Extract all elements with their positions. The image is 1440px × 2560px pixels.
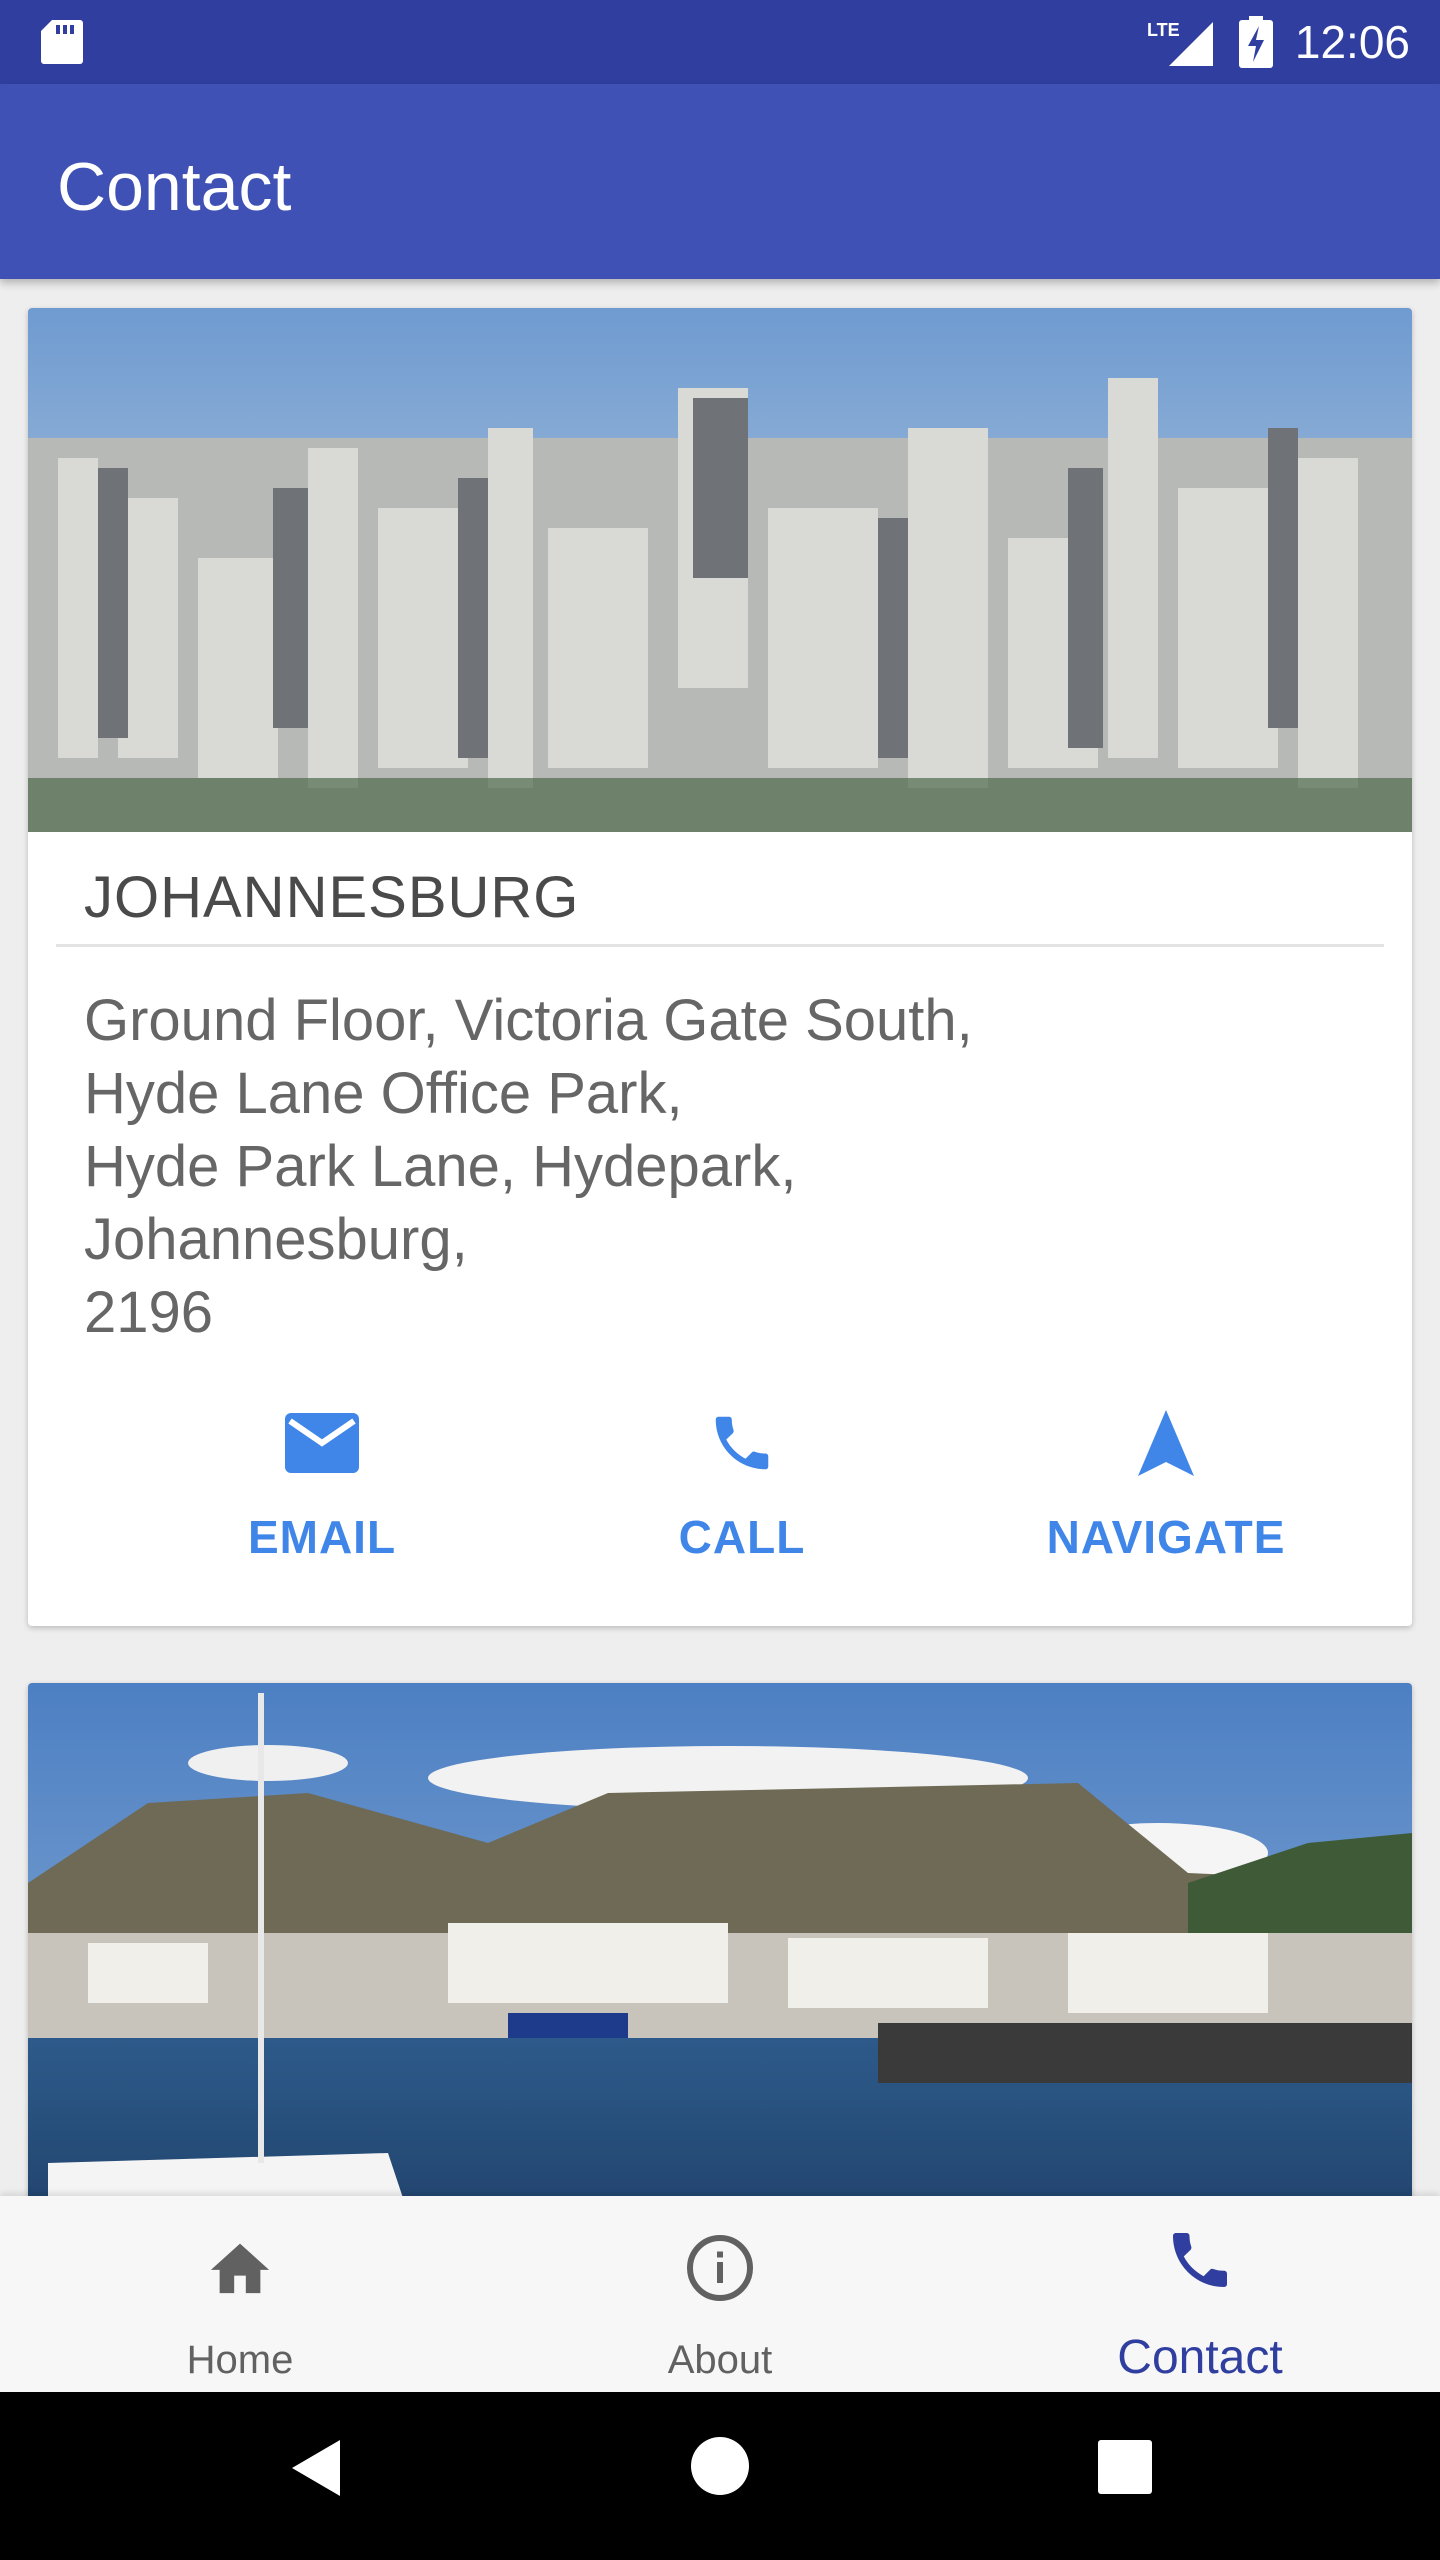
city-harbour-photo xyxy=(28,1683,1412,2283)
office-card xyxy=(28,1683,1412,2283)
bottom-navigation: Home About Contact xyxy=(0,2196,1440,2392)
email-button-label: EMAIL xyxy=(247,1511,397,1563)
battery-charging-icon xyxy=(1238,16,1273,68)
app-bar: Contact xyxy=(0,84,1440,279)
email-icon xyxy=(285,1413,359,1473)
address-line: Ground Floor, Victoria Gate South, xyxy=(84,988,973,1053)
divider xyxy=(56,944,1384,947)
city-skyline-photo xyxy=(28,308,1412,832)
address-line: Johannesburg, xyxy=(84,1207,468,1272)
home-icon xyxy=(210,2243,270,2294)
call-button-label: CALL xyxy=(678,1511,806,1563)
page-title: Contact xyxy=(57,149,292,225)
office-card-johannesburg: JOHANNESBURG Ground Floor, Victoria Gate… xyxy=(28,308,1412,1626)
navigation-arrow-icon xyxy=(1138,1410,1194,1476)
svg-text:LTE: LTE xyxy=(1147,20,1180,40)
sd-card-icon xyxy=(41,20,83,64)
nav-item-about[interactable]: About xyxy=(480,2196,960,2392)
address-line: 2196 xyxy=(84,1280,214,1345)
status-bar: LTE 12:06 xyxy=(0,0,1440,84)
call-button[interactable]: CALL xyxy=(562,1398,922,1564)
office-address: Ground Floor, Victoria Gate South, Hyde … xyxy=(84,984,973,1349)
home-button-icon[interactable] xyxy=(690,2436,750,2496)
nav-item-label: Home xyxy=(186,2338,294,2382)
phone-icon xyxy=(1173,2233,1227,2287)
lte-signal-icon: LTE xyxy=(1147,20,1213,66)
office-city-name: JOHANNESBURG xyxy=(84,865,580,930)
system-navigation-bar xyxy=(0,2392,1440,2560)
navigate-button-label: NAVIGATE xyxy=(1046,1511,1286,1563)
address-line: Hyde Park Lane, Hydepark, xyxy=(84,1134,797,1199)
nav-item-label: About xyxy=(667,2338,773,2382)
status-time: 12:06 xyxy=(1294,16,1410,68)
recents-icon[interactable] xyxy=(1098,2440,1152,2494)
navigate-button[interactable]: NAVIGATE xyxy=(986,1398,1346,1564)
nav-item-home[interactable]: Home xyxy=(0,2196,480,2392)
phone-icon xyxy=(715,1416,769,1470)
address-line: Hyde Lane Office Park, xyxy=(84,1061,683,1126)
nav-item-contact[interactable]: Contact xyxy=(960,2196,1440,2392)
info-icon xyxy=(687,2235,753,2301)
back-icon[interactable] xyxy=(288,2436,344,2500)
email-button[interactable]: EMAIL xyxy=(142,1398,502,1564)
nav-item-label: Contact xyxy=(1117,2331,1283,2384)
